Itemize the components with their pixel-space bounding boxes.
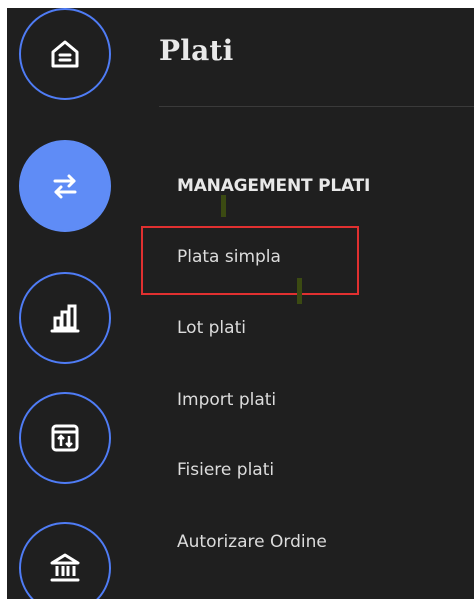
home-icon: [47, 36, 83, 72]
cursor-mark: [297, 278, 302, 304]
bank-icon: [47, 550, 83, 586]
menu-item-lot-plati[interactable]: Lot plati: [177, 318, 246, 338]
rail-button-bank[interactable]: [19, 522, 111, 599]
menu-item-autorizare-ordine[interactable]: Autorizare Ordine: [177, 532, 327, 552]
section-heading: MANAGEMENT PLATI: [177, 176, 371, 196]
screenshot-frame: Plati MANAGEMENT PLATI Plata simpla Lot …: [0, 0, 474, 599]
page-title: Plati: [159, 34, 234, 67]
cursor-mark: [221, 195, 226, 217]
app-panel: Plati MANAGEMENT PLATI Plata simpla Lot …: [7, 8, 474, 599]
rail-button-payments[interactable]: [19, 140, 111, 232]
header-divider: [159, 106, 474, 107]
menu-item-plata-simpla[interactable]: Plata simpla: [177, 247, 281, 267]
transfer-arrows-icon: [47, 168, 83, 204]
import-export-icon: [47, 420, 83, 456]
menu-item-fisiere-plati[interactable]: Fisiere plati: [177, 460, 274, 480]
rail-button-import[interactable]: [19, 392, 111, 484]
bar-chart-icon: [47, 300, 83, 336]
rail-button-home[interactable]: [19, 8, 111, 100]
rail-button-reports[interactable]: [19, 272, 111, 364]
menu-item-import-plati[interactable]: Import plati: [177, 390, 276, 410]
